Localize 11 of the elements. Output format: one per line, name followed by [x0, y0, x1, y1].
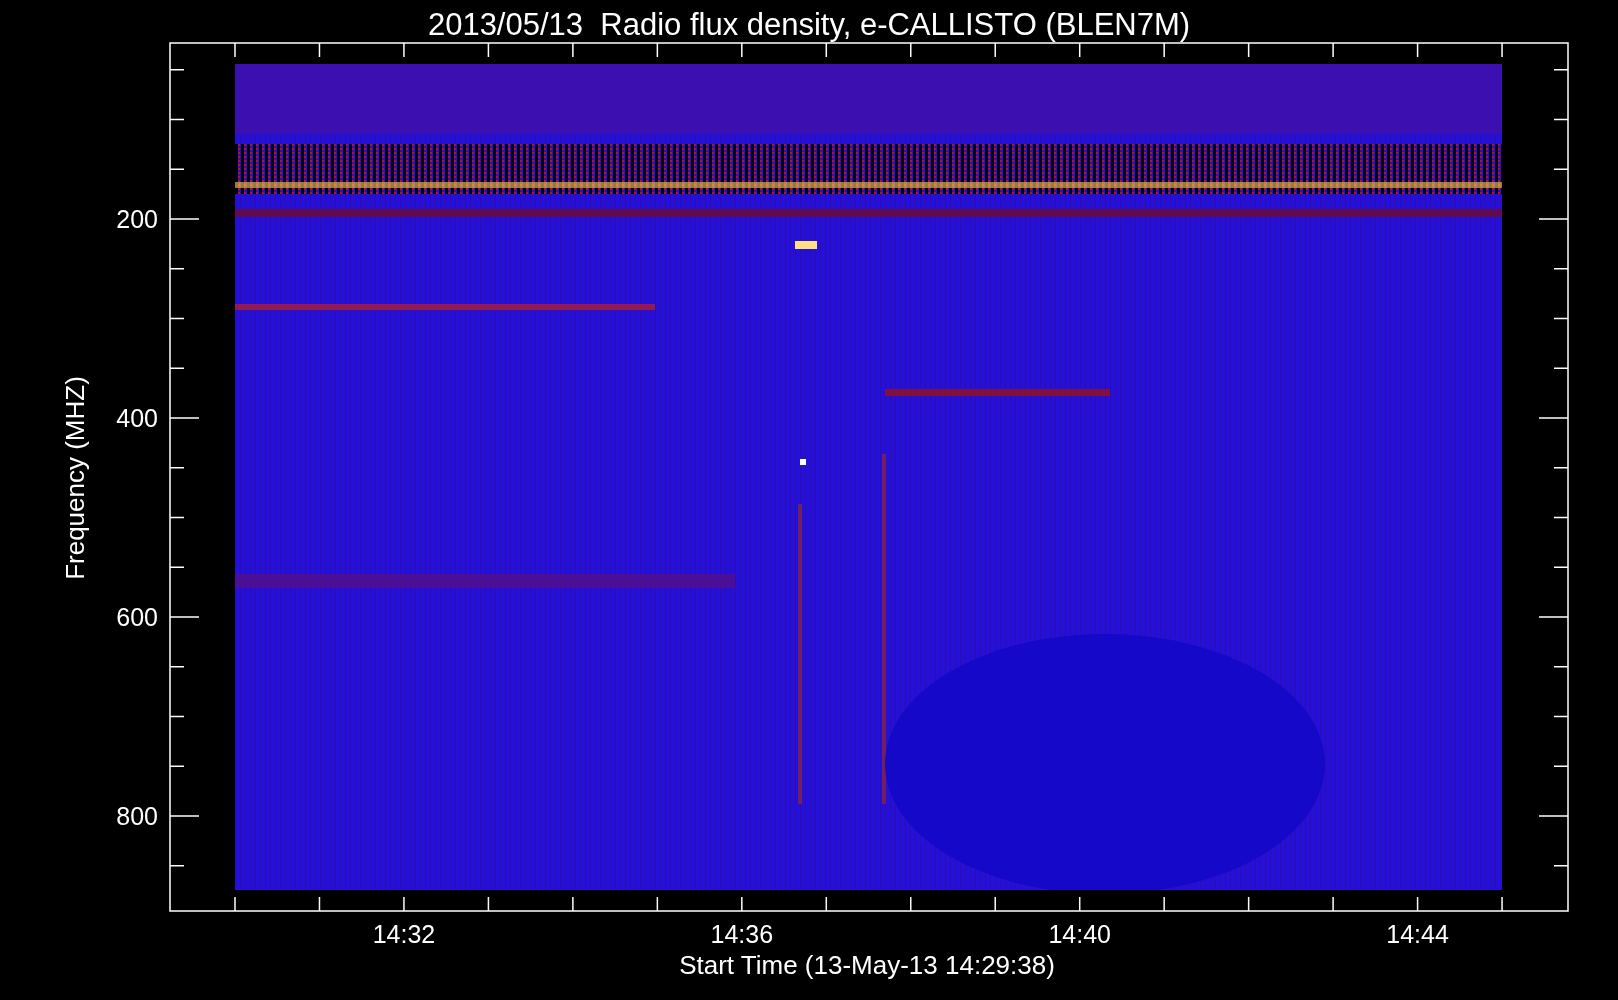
x-axis-label: Start Time (13-May-13 14:29:38)	[679, 952, 1055, 978]
y-tick-label: 800	[116, 803, 158, 829]
x-tick-label: 14:40	[1048, 922, 1111, 947]
chart-title: 2013/05/13 Radio flux density, e-CALLISTO (BLEN7M)	[426, 6, 1192, 44]
x-tick-label: 14:44	[1386, 922, 1449, 947]
y-axis-label: Frequency (MHZ)	[62, 376, 88, 580]
y-tick-label: 600	[116, 604, 158, 630]
y-tick-label: 400	[116, 405, 158, 431]
x-tick-label: 14:32	[372, 922, 436, 947]
y-tick-label: 200	[116, 206, 158, 232]
x-tick-label: 14:36	[710, 922, 774, 947]
